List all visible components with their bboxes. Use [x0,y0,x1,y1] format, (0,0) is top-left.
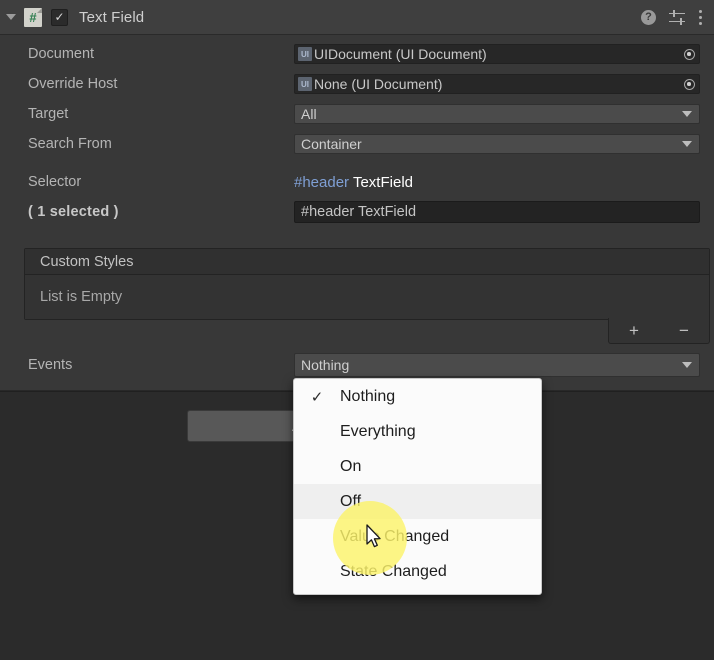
header-icon-group: ? [641,9,714,25]
override-host-value: None (UI Document) [314,76,443,92]
menu-item-off[interactable]: Off [294,484,541,519]
help-icon[interactable]: ? [641,9,656,25]
label-events: Events [28,357,73,373]
custom-styles-empty-text: List is Empty [40,289,123,305]
target-value: All [301,106,317,122]
menu-item-everything[interactable]: Everything [294,414,541,449]
remove-style-button[interactable]: − [667,320,701,342]
override-host-object-field[interactable]: UI None (UI Document) [294,74,700,94]
inspector-panel: # ✓ Text Field ? Document UI UIDocument … [0,0,714,390]
row-selector-input: ( 1 selected ) #header TextField [0,199,714,225]
menu-item-label: Value Changed [340,527,450,545]
events-dropdown-menu[interactable]: ✓ Nothing Everything On Off Value Change… [293,378,542,595]
label-override-host: Override Host [28,76,118,92]
events-value: Nothing [301,357,350,373]
search-from-dropdown[interactable]: Container [294,134,700,154]
add-style-button[interactable]: + [617,320,651,342]
row-events: Events Nothing [0,352,714,378]
label-selector: Selector [28,174,82,190]
label-search-from: Search From [28,136,112,152]
chevron-down-icon [682,111,692,117]
selector-input-value: #header TextField [301,204,417,220]
menu-item-on[interactable]: On [294,449,541,484]
custom-styles-title: Custom Styles [40,253,134,270]
row-target: Target All [0,101,714,127]
object-picker-icon[interactable] [680,45,698,63]
foldout-arrow-icon[interactable] [0,0,22,35]
chevron-down-icon [682,141,692,147]
menu-item-label: Nothing [340,387,396,405]
document-object-field[interactable]: UI UIDocument (UI Document) [294,44,700,64]
menu-item-label: On [340,457,362,475]
custom-styles-list: Custom Styles List is Empty [24,248,710,320]
csharp-script-icon: # [24,7,42,27]
object-picker-icon[interactable] [680,75,698,93]
chevron-down-icon [682,362,692,368]
custom-styles-header[interactable]: Custom Styles [25,249,709,275]
component-header[interactable]: # ✓ Text Field ? [0,0,714,35]
row-selector: Selector #header TextField [0,169,714,195]
label-document: Document [28,46,95,62]
search-from-value: Container [301,136,362,152]
label-target: Target [28,106,69,122]
custom-styles-footer: + − [608,318,710,344]
component-enabled-checkbox[interactable]: ✓ [51,8,68,26]
events-dropdown-field[interactable]: Nothing [294,353,700,377]
component-title: Text Field [79,8,145,26]
selector-preview-class: TextField [352,173,413,191]
document-value: UIDocument (UI Document) [314,46,487,62]
menu-item-label: Off [340,492,362,510]
custom-styles-empty-row: List is Empty [25,275,709,319]
more-menu-icon[interactable] [698,9,702,25]
selector-preview-hash: #header [294,173,350,191]
menu-item-value-changed[interactable]: Value Changed [294,519,541,554]
unity-inspector-screen: # ✓ Text Field ? Document UI UIDocument … [0,0,714,660]
row-override-host: Override Host UI None (UI Document) [0,71,714,97]
menu-item-label: Everything [340,422,416,440]
selector-preview: #header TextField [294,174,413,191]
menu-item-nothing[interactable]: ✓ Nothing [294,379,541,414]
menu-item-label: State Changed [340,562,447,580]
preset-icon[interactable] [669,9,685,25]
check-icon: ✓ [310,388,324,406]
menu-item-state-changed[interactable]: State Changed [294,554,541,589]
target-dropdown[interactable]: All [294,104,700,124]
row-search-from: Search From Container [0,131,714,157]
ui-document-thumb-icon: UI [298,47,312,61]
label-selected-count: ( 1 selected ) [28,204,119,220]
ui-document-thumb-icon: UI [298,77,312,91]
row-document: Document UI UIDocument (UI Document) [0,41,714,67]
selector-input[interactable]: #header TextField [294,201,700,223]
